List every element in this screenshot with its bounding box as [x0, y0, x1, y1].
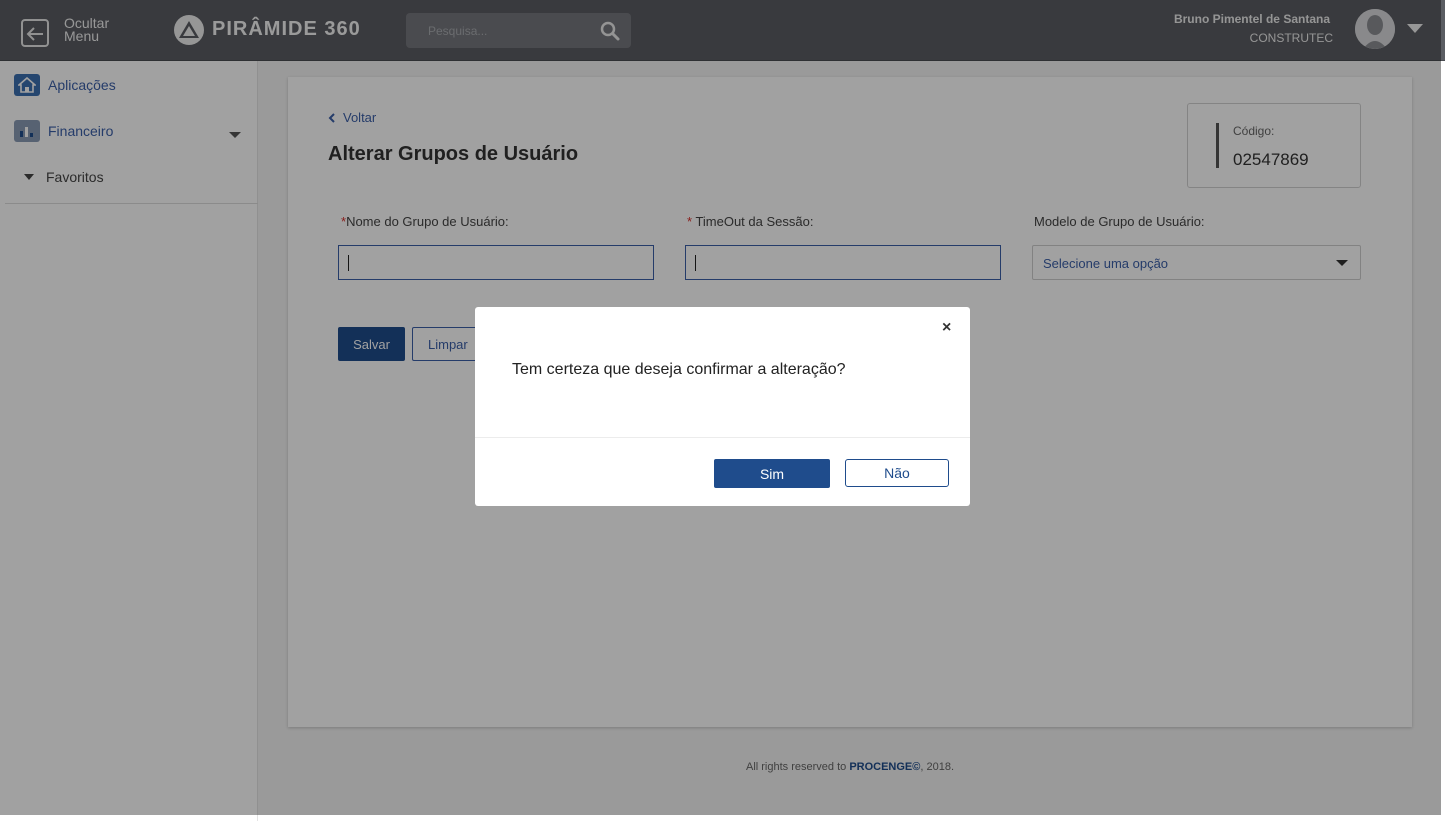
confirm-dialog: × Tem certeza que deseja confirmar a alt… — [475, 307, 970, 506]
confirm-message: Tem certeza que deseja confirmar a alter… — [512, 361, 846, 378]
confirm-yes-button[interactable]: Sim — [714, 459, 830, 488]
close-icon[interactable]: × — [942, 319, 951, 337]
confirm-no-button[interactable]: Não — [845, 459, 949, 487]
modal-divider — [475, 437, 970, 438]
